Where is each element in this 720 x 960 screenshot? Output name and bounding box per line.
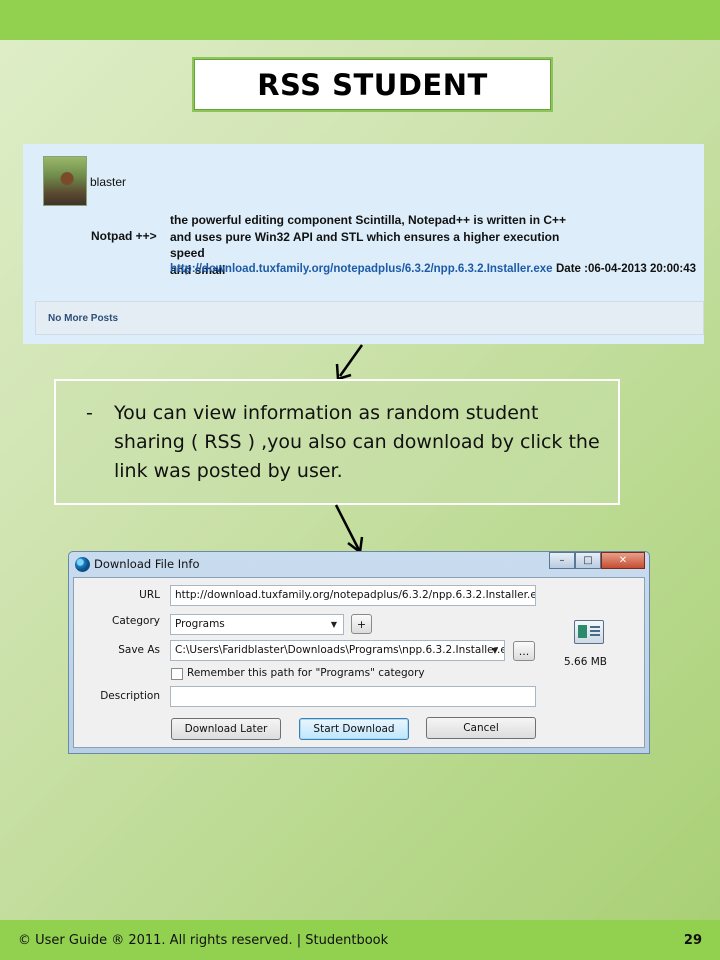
- app-icon: [75, 557, 90, 572]
- chevron-down-icon: ▼: [491, 646, 499, 655]
- download-later-button[interactable]: Download Later: [171, 718, 281, 740]
- page-number: 29: [683, 933, 702, 948]
- dialog-body: URL http://download.tuxfamily.org/notepa…: [73, 577, 645, 748]
- post-body-line: the powerful editing component Scintilla…: [170, 213, 567, 227]
- url-field[interactable]: http://download.tuxfamily.org/notepadplu…: [170, 585, 536, 606]
- category-select[interactable]: Programs ▼: [170, 614, 344, 635]
- avatar: [43, 156, 87, 206]
- save-as-value: C:\Users\Faridblaster\Downloads\Programs…: [175, 644, 505, 656]
- cancel-button[interactable]: Cancel: [426, 717, 536, 739]
- no-more-posts-label: No More Posts: [48, 313, 119, 324]
- maximize-button[interactable]: □: [575, 552, 601, 569]
- note-box: - You can view information as random stu…: [54, 379, 620, 505]
- browse-button[interactable]: ...: [513, 641, 535, 661]
- add-category-button[interactable]: +: [351, 614, 372, 634]
- footer-bar: © User Guide ® 2011. All rights reserved…: [0, 920, 720, 960]
- post-body-line: and uses pure Win32 API and STL which en…: [170, 229, 560, 261]
- arrow-down-icon: [334, 504, 364, 555]
- file-type-icon: [574, 620, 604, 644]
- arrow-down-icon: [335, 344, 364, 381]
- save-as-label: Save As: [118, 644, 160, 656]
- window-controls: – □ ✕: [549, 552, 645, 571]
- remember-path-checkbox[interactable]: [171, 668, 183, 680]
- post-date: Date :06-04-2013 20:00:43: [556, 263, 697, 275]
- download-link[interactable]: http://download.tuxfamily.org/notepadplu…: [170, 263, 553, 275]
- post-username: blaster: [90, 175, 127, 189]
- category-select-value: Programs: [175, 618, 225, 630]
- close-button[interactable]: ✕: [601, 552, 645, 569]
- download-file-info-dialog: Download File Info – □ ✕ URL http://down…: [68, 551, 650, 754]
- note-text: You can view information as random stude…: [114, 402, 600, 482]
- footer-text: © User Guide ® 2011. All rights reserved…: [18, 933, 389, 948]
- no-more-posts-bar: No More Posts: [35, 301, 704, 335]
- rss-post-panel: blaster Notpad ++> the powerful editing …: [23, 144, 704, 344]
- description-field[interactable]: [170, 686, 536, 707]
- page-title: RSS STUDENT: [257, 67, 488, 102]
- chevron-down-icon: ▼: [330, 620, 338, 629]
- post-label: Notpad ++>: [91, 229, 157, 243]
- title-box: RSS STUDENT: [192, 57, 553, 112]
- remember-path-label: Remember this path for "Programs" catego…: [187, 667, 425, 679]
- start-download-button[interactable]: Start Download: [299, 718, 409, 740]
- description-label: Description: [100, 690, 160, 702]
- top-bar: [0, 0, 720, 40]
- note-bullet: -: [86, 402, 93, 424]
- file-size: 5.66 MB: [564, 656, 607, 668]
- save-as-select[interactable]: C:\Users\Faridblaster\Downloads\Programs…: [170, 640, 505, 661]
- dialog-title: Download File Info: [94, 557, 200, 571]
- minimize-button[interactable]: –: [549, 552, 575, 569]
- url-label: URL: [139, 589, 160, 601]
- category-label: Category: [112, 615, 160, 627]
